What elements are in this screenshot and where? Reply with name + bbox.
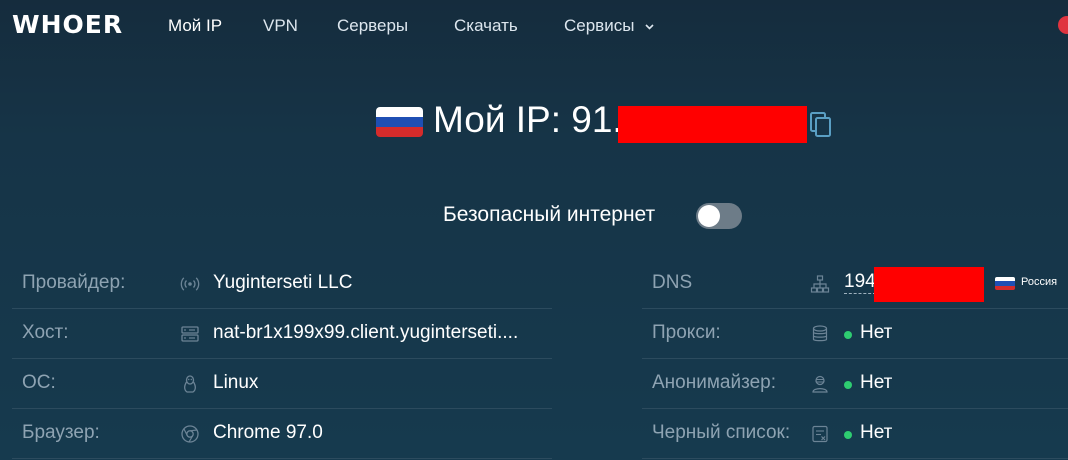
user-mask-icon — [812, 375, 828, 393]
dns-label: DNS — [652, 272, 693, 293]
browser-value: Chrome 97.0 — [213, 422, 323, 443]
safe-internet-label: Безопасный интернет — [443, 203, 656, 226]
host-value: nat-br1x199x99.client.yuginterseti.... — [213, 322, 519, 343]
nav-item-services[interactable]: Сервисы — [564, 16, 654, 36]
database-icon — [812, 325, 828, 342]
dns-row: DNS 194 Россия — [642, 259, 1068, 309]
nav-item-my-ip[interactable]: Мой IP — [168, 16, 222, 36]
dns-redaction — [874, 267, 984, 302]
provider-label: Провайдер: — [22, 272, 126, 293]
dns-value[interactable]: 194 — [844, 271, 876, 294]
provider-value: Yuginterseti LLC — [213, 272, 353, 293]
row-divider — [642, 458, 1068, 459]
nav-item-vpn[interactable]: VPN — [263, 16, 298, 36]
host-row: Хост: nat-br1x199x99.client.yuginterseti… — [12, 309, 552, 359]
anonymizer-label: Анонимайзер: — [652, 372, 776, 393]
dns-country: Россия — [1021, 276, 1058, 288]
status-dot — [844, 331, 852, 339]
nav-item-services-label: Сервисы — [564, 16, 635, 35]
network-icon — [810, 275, 830, 293]
status-dot — [844, 431, 852, 439]
proxy-label: Прокси: — [652, 322, 721, 343]
copy-icon[interactable] — [810, 112, 832, 138]
russia-flag-icon — [376, 107, 423, 137]
safe-internet-toggle[interactable] — [696, 203, 742, 229]
page-title: Мой IP: 91. — [433, 99, 623, 140]
proxy-value: Нет — [860, 322, 893, 343]
site-header: WHOER Мой IP VPN Серверы Скачать Сервисы — [0, 0, 1068, 52]
blacklist-label: Черный список: — [652, 422, 791, 443]
os-row: ОС: Linux — [12, 359, 552, 409]
status-dot — [844, 381, 852, 389]
server-icon — [181, 326, 199, 342]
nav-item-download[interactable]: Скачать — [454, 16, 518, 36]
toggle-knob — [698, 205, 720, 227]
chrome-icon — [181, 425, 199, 443]
russia-flag-icon — [995, 277, 1015, 290]
os-label: ОС: — [22, 372, 56, 393]
browser-label: Браузер: — [22, 422, 100, 443]
host-label: Хост: — [22, 322, 69, 343]
blacklist-value: Нет — [860, 422, 893, 443]
ip-redaction — [618, 106, 807, 143]
signal-icon — [180, 277, 200, 291]
whoer-logo[interactable]: WHOER — [12, 10, 123, 39]
browser-row: Браузер: Chrome 97.0 — [12, 409, 552, 459]
provider-row: Провайдер: Yuginterseti LLC — [12, 259, 552, 309]
anonymizer-row: Анонимайзер: Нет — [642, 359, 1068, 409]
blacklist-row: Черный список: Нет — [642, 409, 1068, 459]
os-value: Linux — [213, 372, 259, 393]
chevron-down-icon — [645, 23, 654, 30]
nav-item-servers[interactable]: Серверы — [337, 16, 408, 36]
notification-badge[interactable] — [1058, 16, 1068, 34]
linux-icon — [184, 375, 196, 393]
anonymizer-value: Нет — [860, 372, 893, 393]
row-divider — [12, 458, 552, 459]
proxy-row: Прокси: Нет — [642, 309, 1068, 359]
blacklist-icon — [812, 425, 828, 443]
